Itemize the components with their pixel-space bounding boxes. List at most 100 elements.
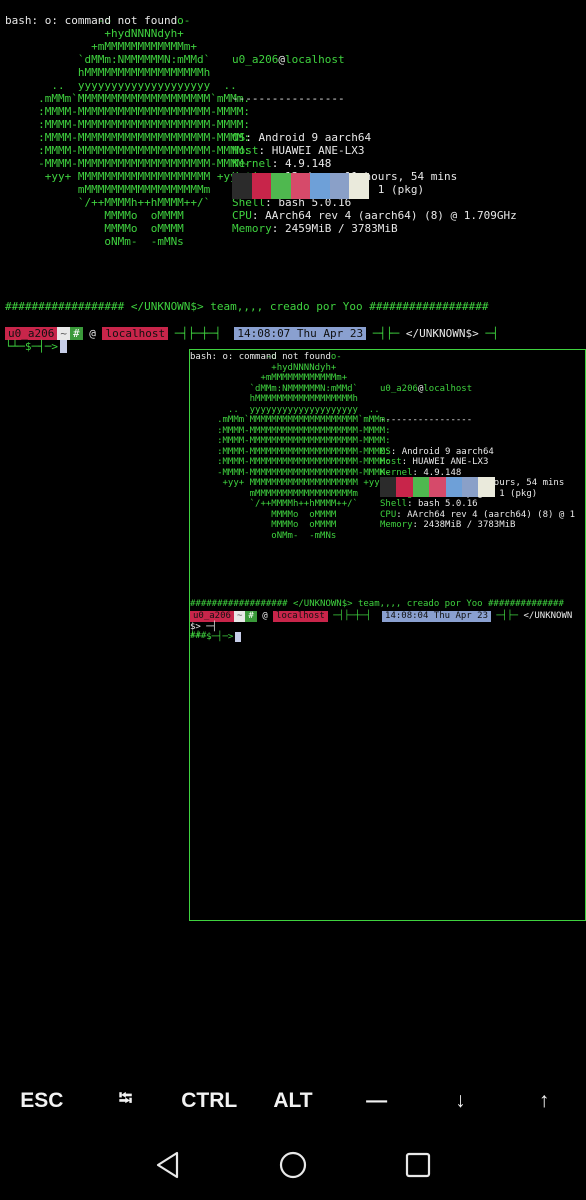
nested-ascii-logo-line: .. yyyyyyyyyyyyyyyyyyyy .. xyxy=(190,404,380,415)
shell-prompt: u0_a206 ~ # @ localhost ─┤├─┼─┤ 14:08:07 T… xyxy=(5,327,499,340)
alt-key[interactable]: ALT xyxy=(251,1089,334,1113)
text-cursor xyxy=(59,340,67,353)
prompt-hash: # xyxy=(69,327,83,340)
ascii-logo-line: `/++MMMMh++hMMMM++/` xyxy=(5,196,211,209)
palette-swatch xyxy=(329,173,349,199)
ascii-logo-line: +hydNNNNdyh+ xyxy=(5,27,184,40)
ascii-logo-line: MMMMo oMMMM xyxy=(5,222,184,235)
ascii-logo-line: MMMMo oMMMM xyxy=(5,209,184,222)
ascii-logo-line: +mMMMMMMMMMMMMm+ xyxy=(5,40,198,53)
nested-ascii-logo-line: oNMm- -mMNs xyxy=(190,530,337,541)
terminal-output[interactable]: -o o- +hydNNNNdyh+ +mMMMMMMMMMMMMm+ `dMM… xyxy=(5,14,585,248)
tab-key[interactable]: ⭾ xyxy=(84,1086,167,1116)
nested-palette-swatch xyxy=(380,477,397,497)
home-icon[interactable] xyxy=(278,1150,308,1180)
dash-key[interactable]: — xyxy=(335,1089,418,1113)
ascii-logo: -o o- +hydNNNNdyh+ +mMMMMMMMMMMMMm+ `dMM… xyxy=(5,14,250,248)
nested-ascii-logo-line: :MMMM-MMMMMMMMMMMMMMMMMMMM-MMMM: xyxy=(190,425,391,436)
nested-palette-swatch xyxy=(429,477,446,497)
nested-color-palette xyxy=(380,477,495,497)
color-palette xyxy=(232,173,369,199)
bash-error-line: bash: o: command not found xyxy=(5,14,178,27)
palette-swatch xyxy=(271,173,291,199)
nested-separator-line: ----------------- xyxy=(380,415,473,425)
nested-ascii-logo-line: hMMMMMMMMMMMMMMMMMMh xyxy=(190,394,358,404)
terminal-info-row: CPU: AArch64 rev 4 (aarch64) (8) @ 1.709… xyxy=(232,209,517,222)
nested-ascii-logo-line: +mMMMMMMMMMMMMm+ xyxy=(190,373,348,383)
nested-ascii-logo-line: :MMMM-MMMMMMMMMMMMMMMMMMMM-MMMM: xyxy=(190,436,391,446)
team-banner: ################## </UNKNOWN$> team,,,, … xyxy=(5,300,489,313)
ascii-logo-line: :MMMM-MMMMMMMMMMMMMMMMMMMM-MMMM: xyxy=(5,131,251,144)
ctrl-key[interactable]: CTRL xyxy=(168,1089,251,1113)
user-host-line: u0_a206@localhost xyxy=(232,53,345,66)
ascii-logo-line: oNMm- -mMNs xyxy=(5,235,184,248)
palette-swatch xyxy=(232,173,252,199)
nested-terminal-window[interactable]: -o o- +hydNNNNdyh+ +mMMMMMMMMMMMMm+ `dMM… xyxy=(189,349,586,921)
nested-ascii-logo-line: -MMMM-MMMMMMMMMMMMMMMMMMMM-MMMM- xyxy=(190,467,391,478)
nested-info-row: CPU: AArch64 rev 4 (aarch64) (8) @ 1 xyxy=(380,509,576,520)
nested-prompt-second-line: └┴─$─┤─> xyxy=(190,632,242,643)
prompt-user: u0_a206 xyxy=(5,327,58,340)
back-icon[interactable] xyxy=(153,1150,183,1180)
nested-ascii-logo-line: :MMMM-MMMMMMMMMMMMMMMMMMMM-MMMM: xyxy=(190,457,391,467)
recents-icon[interactable] xyxy=(403,1150,433,1180)
nested-info-row: Memory: 2438MiB / 3783MiB xyxy=(380,520,516,530)
prompt-sep3: ─┤ xyxy=(485,327,499,340)
nested-ascii-logo-line: .mMMm`MMMMMMMMMMMMMMMMMMMM`mMMm. xyxy=(190,415,391,425)
prompt-sep1: ─┤├─┼─┤ xyxy=(174,327,222,340)
nested-ascii-logo-line: MMMMo oMMMM xyxy=(190,520,337,530)
nested-ascii-logo: -o o- +hydNNNNdyh+ +mMMMMMMMMMMMMm+ `dMM… xyxy=(190,352,390,541)
android-navbar xyxy=(0,1140,586,1190)
nested-ascii-logo-line: `dMMm:NMMMMMMN:mMMd` xyxy=(190,383,358,394)
nested-palette-swatch xyxy=(412,477,430,497)
prompt-unknown: </UNKNOWN$> xyxy=(405,327,479,340)
ascii-logo-line: -MMMM-MMMMMMMMMMMMMMMMMMMM-MMMM- xyxy=(5,157,251,170)
down-arrow-key[interactable]: ↓ xyxy=(419,1089,502,1113)
nested-info-row: OS: Android 9 aarch64 xyxy=(380,446,494,457)
terminal-info-row: OS: Android 9 aarch64 xyxy=(232,131,372,144)
nested-shell-prompt: u0_a206 ~ # @ localhost ─┤├─┼─┤ 14:08:04 T… xyxy=(190,611,572,622)
terminal-info-row: Kernel: 4.9.148 xyxy=(232,157,332,170)
palette-swatch xyxy=(310,173,330,199)
prompt-dir: ~ xyxy=(57,327,70,340)
nested-palette-swatch xyxy=(396,477,413,497)
ascii-logo-line: .. yyyyyyyyyyyyyyyyyyyy .. xyxy=(5,79,237,92)
ascii-logo-line: :MMMM-MMMMMMMMMMMMMMMMMMMM-MMMM: xyxy=(5,118,251,131)
nested-ascii-logo-line: MMMMo oMMMM xyxy=(190,509,337,520)
nested-ascii-logo-line: +hydNNNNdyh+ xyxy=(190,362,337,373)
nested-info-row: Host: HUAWEI ANE-LX3 xyxy=(380,457,489,467)
nested-palette-swatch xyxy=(445,477,462,497)
nested-ascii-logo-line: `/++MMMMh++hMMMM++/` xyxy=(190,499,358,509)
up-arrow-key[interactable]: ↑ xyxy=(503,1089,586,1113)
prompt-time: 14:08:07 Thu Apr 23 xyxy=(234,327,367,340)
esc-key[interactable]: ESC xyxy=(0,1089,83,1113)
nested-text-cursor xyxy=(235,632,242,643)
prompt-sep2: ─┤├─ xyxy=(372,327,400,340)
ascii-logo-line: :MMMM-MMMMMMMMMMMMMMMMMMMM-MMMM: xyxy=(5,105,251,118)
ascii-logo-line: mMMMMMMMMMMMMMMMMMMm xyxy=(5,183,211,196)
ascii-logo-line: +yy+ MMMMMMMMMMMMMMMMMMMM +yy+ xyxy=(5,170,244,183)
system-info: u0_a206@localhost ----------------- OS: … xyxy=(232,27,517,261)
prompt-second-line: └┴─$─┤─> xyxy=(5,340,67,353)
terminal-info-row: Memory: 2459MiB / 3783MiB xyxy=(232,222,398,235)
nested-palette-swatch xyxy=(478,477,495,497)
ascii-logo-line: .mMMm`MMMMMMMMMMMMMMMMMMMM`mMMm. xyxy=(5,92,251,105)
prompt-host: localhost xyxy=(102,327,169,340)
palette-swatch xyxy=(251,173,271,199)
ascii-logo-line: :MMMM-MMMMMMMMMMMMMMMMMMMM-MMMM: xyxy=(5,144,251,157)
nested-ascii-logo-line: :MMMM-MMMMMMMMMMMMMMMMMMMM-MMMM: xyxy=(190,446,391,457)
palette-swatch xyxy=(290,173,310,199)
separator-line: ----------------- xyxy=(232,92,345,105)
nested-user-host-line: u0_a206@localhost xyxy=(380,383,473,394)
extra-keys-row: ESC ⭾ CTRL ALT — ↓ ↑ xyxy=(0,1078,586,1124)
nested-palette-swatch xyxy=(461,477,479,497)
nested-prompt-wrap: $> ─┤ xyxy=(190,622,218,632)
ascii-logo-line: hMMMMMMMMMMMMMMMMMMh xyxy=(5,66,211,79)
nested-info-row: Shell: bash 5.0.16 xyxy=(380,499,478,509)
nested-ascii-logo-line: mMMMMMMMMMMMMMMMMMMm xyxy=(190,488,358,499)
palette-swatch xyxy=(349,173,369,199)
ascii-logo-line: `dMMm:NMMMMMMN:mMMd` xyxy=(5,53,211,66)
nested-ascii-logo-line: +yy+ MMMMMMMMMMMMMMMMMMMM +yy+ xyxy=(190,478,386,488)
prompt-at: @ xyxy=(89,327,96,340)
terminal-info-row: Host: HUAWEI ANE-LX3 xyxy=(232,144,365,157)
